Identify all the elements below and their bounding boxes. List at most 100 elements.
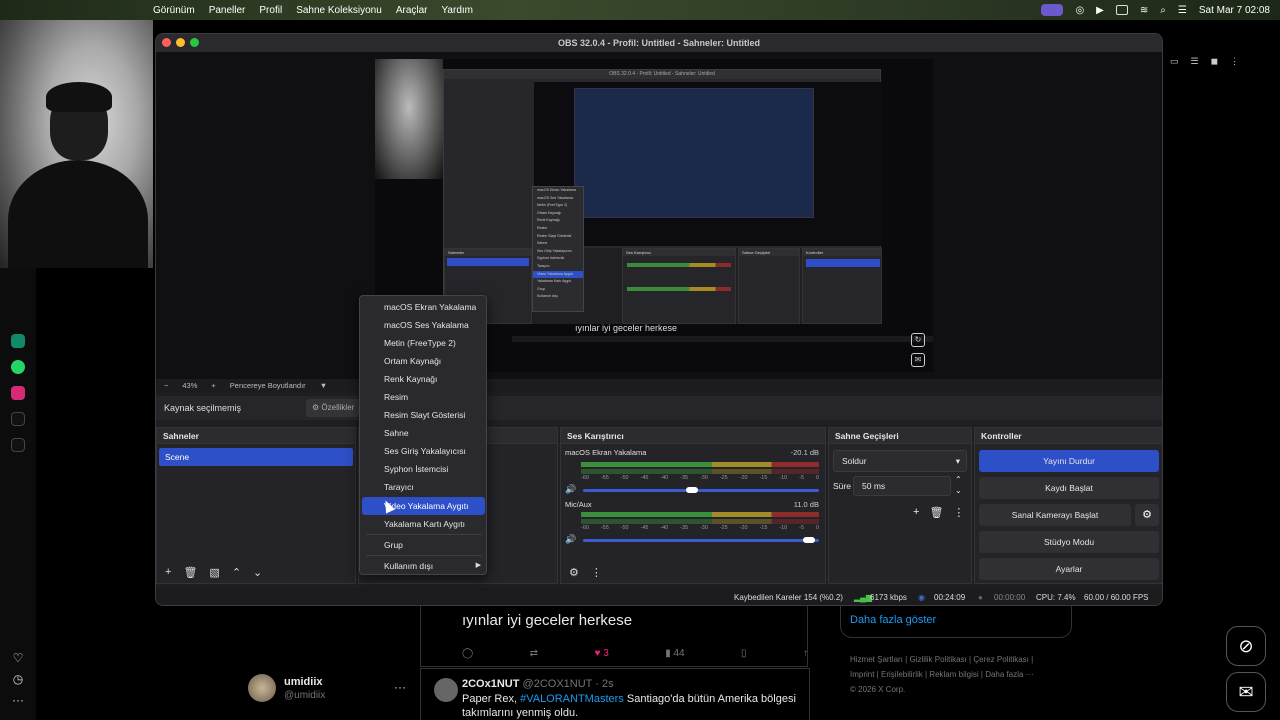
menu-item[interactable]: Tarayıcı xyxy=(362,478,485,496)
minimize-button[interactable] xyxy=(176,38,185,47)
footer-link[interactable]: Hizmet Şartları xyxy=(850,655,903,664)
show-more-link[interactable]: Daha fazla göster xyxy=(850,614,936,626)
menu-help[interactable]: Yardım xyxy=(442,5,474,16)
menubar-clock[interactable]: Sat Mar 7 02:08 xyxy=(1199,5,1270,16)
profile-icon[interactable]: ◼ xyxy=(1211,56,1218,67)
transition-select[interactable]: Soldur ▾ xyxy=(833,450,967,472)
zoom-out-button[interactable]: − xyxy=(164,379,168,393)
start-virtual-camera-button[interactable]: Sanal Kamerayı Başlat xyxy=(979,504,1131,526)
like-button[interactable]: ♥ 3 xyxy=(594,648,608,659)
menu-item[interactable]: Renk Kaynağı xyxy=(362,370,485,388)
more-icon[interactable]: ⋮ xyxy=(591,566,602,579)
menu-item[interactable]: macOS Ses Yakalama xyxy=(362,316,485,334)
duration-input[interactable]: 50 ms xyxy=(853,476,951,496)
chevron-up-icon[interactable]: ⌃ xyxy=(232,566,241,579)
mail-icon[interactable]: ✉ xyxy=(911,353,925,367)
footer-link[interactable]: Çerez Politikası xyxy=(973,655,1029,664)
x-icon[interactable] xyxy=(11,438,25,452)
menu-scene-collection[interactable]: Sahne Koleksiyonu xyxy=(296,5,382,16)
heart-icon[interactable]: ♡ xyxy=(11,651,25,665)
preview-area[interactable]: OBS 32.0.4 - Profil: Untitled - Sahneler… xyxy=(156,52,1162,379)
gear-icon[interactable]: ⚙ xyxy=(569,566,579,579)
instagram-icon[interactable] xyxy=(11,386,25,400)
menu-item[interactable]: Yakalama Kartı Aygıtı xyxy=(362,515,485,533)
search-icon[interactable]: ⌕ xyxy=(1160,5,1166,16)
resize-to-window-button[interactable]: Pencereye Boyutlandır xyxy=(230,379,306,393)
menu-icon[interactable]: ☰ xyxy=(1191,56,1199,67)
menu-item[interactable]: Ortam Kaynağı xyxy=(362,352,485,370)
studio-mode-button[interactable]: Stüdyo Modu xyxy=(979,531,1159,553)
tiktok-icon[interactable] xyxy=(11,412,25,426)
menu-item-highlighted[interactable]: Video Yakalama Aygıtı xyxy=(362,497,485,515)
menu-item[interactable]: macOS Ekran Yakalama xyxy=(362,298,485,316)
zoom-in-button[interactable]: + xyxy=(211,379,215,393)
add-scene-icon[interactable]: + xyxy=(165,566,171,578)
wifi-icon[interactable]: ≋ xyxy=(1140,5,1148,16)
retweet-icon[interactable]: ⇄ xyxy=(530,648,538,659)
close-button[interactable] xyxy=(162,38,171,47)
more-icon[interactable]: ··· xyxy=(11,693,25,707)
avatar[interactable] xyxy=(434,678,458,702)
menu-tools[interactable]: Araçlar xyxy=(396,5,428,16)
footer-link[interactable]: Imprint xyxy=(850,670,874,679)
menu-item[interactable]: Metin (FreeType 2) xyxy=(362,334,485,352)
rotate-icon[interactable]: ↻ xyxy=(911,333,925,347)
menu-item[interactable]: Resim xyxy=(362,388,485,406)
tweet-2-name[interactable]: 2COx1NUT xyxy=(462,678,519,690)
footer-link[interactable]: Reklam bilgisi xyxy=(929,670,978,679)
trash-icon[interactable]: 🗑 xyxy=(929,506,943,519)
add-icon[interactable]: + xyxy=(913,506,919,519)
reply-icon[interactable]: ◯ xyxy=(462,648,473,659)
footer-link[interactable]: Gizlilik Politikası xyxy=(909,655,966,664)
settings-button[interactable]: Ayarlar xyxy=(979,558,1159,580)
hashtag-link[interactable]: #VALORANTMasters xyxy=(520,693,624,705)
footer-link[interactable]: Daha fazla ··· xyxy=(985,670,1033,679)
duration-stepper[interactable]: ⌃ ⌄ xyxy=(955,474,962,496)
globe-icon[interactable]: ◎ xyxy=(1075,5,1084,16)
menu-view[interactable]: Görünüm xyxy=(153,5,195,16)
chevron-down-icon[interactable]: ⌄ xyxy=(253,566,262,579)
zoom-button[interactable] xyxy=(190,38,199,47)
screen-record-icon[interactable] xyxy=(1041,4,1064,16)
views-button[interactable]: ▮ 44 xyxy=(665,648,684,659)
messages-button[interactable]: ✉ xyxy=(1226,672,1266,712)
menu-item-deprecated[interactable]: Kullanım dışı ▶ xyxy=(362,557,485,575)
chevron-down-icon: ▾ xyxy=(955,456,960,466)
bookmark-icon[interactable]: ▯ xyxy=(741,648,747,659)
grok-button[interactable]: ⊘ xyxy=(1226,626,1266,666)
more-icon[interactable]: ⋮ xyxy=(953,506,964,519)
more-icon[interactable]: ··· xyxy=(394,680,406,694)
whatsapp-icon[interactable] xyxy=(11,360,25,374)
menu-item[interactable]: Ses Giriş Yakalayıcısı xyxy=(362,442,485,460)
stop-stream-button[interactable]: Yayını Durdur xyxy=(979,450,1159,472)
share-icon[interactable]: ↑ xyxy=(803,648,808,659)
chatgpt-icon[interactable] xyxy=(11,334,25,348)
menu-docks[interactable]: Paneller xyxy=(209,5,246,16)
footer-link[interactable]: Erişilebilirlik xyxy=(881,670,923,679)
speaker-icon[interactable]: 🔊 xyxy=(565,484,576,495)
account-switcher[interactable]: umidiix @umidiix ··· xyxy=(248,674,408,704)
virtual-camera-settings-button[interactable]: ⚙ xyxy=(1135,504,1159,526)
sidebar-icon[interactable]: ▭ xyxy=(1170,56,1179,67)
menu-item-group[interactable]: Grup xyxy=(362,536,485,554)
play-icon[interactable]: ▶ xyxy=(1096,5,1104,16)
volume-slider[interactable] xyxy=(583,487,819,493)
menu-item[interactable]: Syphon İstemcisi xyxy=(362,460,485,478)
chevron-down-icon[interactable]: ▼ xyxy=(320,379,327,393)
properties-button[interactable]: ⚙ Özellikler xyxy=(306,399,361,417)
start-recording-button[interactable]: Kaydı Başlat xyxy=(979,477,1159,499)
extensions-icon[interactable]: ⋮ xyxy=(1230,56,1239,67)
history-icon[interactable]: ◷ xyxy=(11,672,25,686)
battery-icon[interactable] xyxy=(1115,5,1128,15)
menu-item[interactable]: Resim Slayt Gösterisi xyxy=(362,406,485,424)
volume-knob[interactable] xyxy=(803,537,815,543)
volume-slider[interactable] xyxy=(583,537,819,543)
speaker-icon[interactable]: 🔊 xyxy=(565,534,576,545)
control-center-icon[interactable]: ☰ xyxy=(1178,5,1187,16)
scene-item[interactable]: Scene xyxy=(159,448,353,466)
volume-knob[interactable] xyxy=(686,487,698,493)
menu-profile[interactable]: Profil xyxy=(259,5,282,16)
trash-icon[interactable]: 🗑 xyxy=(183,566,197,579)
filter-icon[interactable]: ▧ xyxy=(209,566,219,579)
menu-item[interactable]: Sahne xyxy=(362,424,485,442)
